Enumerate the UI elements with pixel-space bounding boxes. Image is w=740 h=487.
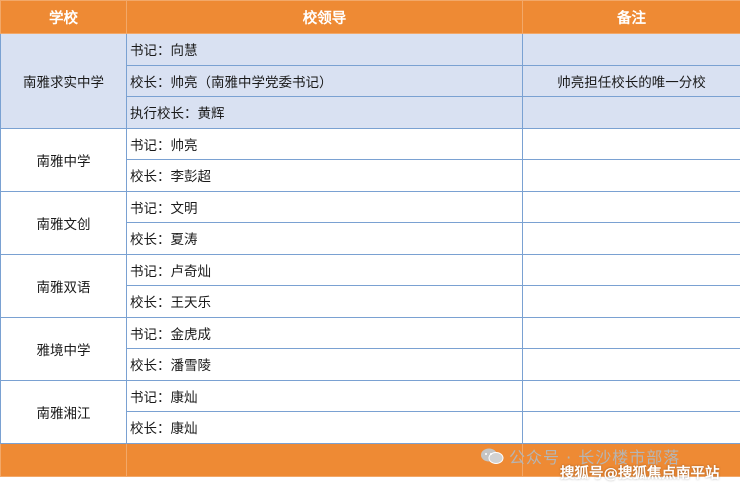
- leader-cell: 书记：帅亮: [126, 127, 523, 160]
- leader-cell: 校长：夏涛: [126, 222, 523, 255]
- wechat-icon: [480, 447, 504, 465]
- sohu-watermark: 搜狐号@搜狐焦点南平站: [560, 466, 720, 482]
- leader-cell: 书记：康灿: [126, 379, 523, 412]
- leader-cell: 校长：康灿: [126, 411, 523, 444]
- header-school: 学校: [0, 0, 127, 34]
- note-cell: [522, 316, 740, 349]
- leader-cell: 书记：卢奇灿: [126, 253, 523, 286]
- table-row: 南雅文创 书记：文明: [0, 190, 740, 255]
- note-cell: [522, 159, 740, 192]
- note-cell: [522, 411, 740, 444]
- note-cell: [522, 379, 740, 412]
- leader-cell: 校长：王天乐: [126, 285, 523, 318]
- leader-cell: 校长：李彭超: [126, 159, 523, 192]
- leader-cell: 执行校长：黄辉: [126, 96, 523, 129]
- note-cell: [522, 253, 740, 286]
- table-row: 雅境中学 书记：金虎成: [0, 316, 740, 381]
- header-row: 学校 校领导 备注: [0, 0, 740, 34]
- table-row: 南雅湘江 书记：康灿: [0, 379, 740, 444]
- header-leaders: 校领导: [126, 0, 523, 34]
- header-notes: 备注: [522, 0, 740, 34]
- school-name: 南雅文创: [0, 190, 127, 255]
- table-row: 南雅双语 书记：卢奇灿: [0, 253, 740, 318]
- school-name: 雅境中学: [0, 316, 127, 381]
- leader-cell: 书记：向慧: [126, 33, 523, 66]
- school-leadership-table: 学校 校领导 备注 南雅求实中学 书记：向慧 校长：帅亮（南雅中学党委书记） 帅…: [0, 0, 740, 477]
- table-row: 南雅中学 书记：帅亮: [0, 127, 740, 192]
- note-cell: [522, 96, 740, 129]
- school-name: 南雅湘江: [0, 379, 127, 444]
- note-cell: [522, 222, 740, 255]
- note-cell: [522, 190, 740, 223]
- note-cell: [522, 33, 740, 66]
- school-name: 南雅中学: [0, 127, 127, 192]
- note-cell: 帅亮担任校长的唯一分校: [522, 64, 740, 97]
- note-cell: [522, 348, 740, 381]
- table-row: 南雅求实中学 书记：向慧: [0, 33, 740, 129]
- school-name: 南雅求实中学: [0, 33, 127, 129]
- school-name: 南雅双语: [0, 253, 127, 318]
- footer-cell: [126, 442, 523, 477]
- leader-cell: 书记：金虎成: [126, 316, 523, 349]
- leader-cell: 书记：文明: [126, 190, 523, 223]
- note-cell: [522, 127, 740, 160]
- note-cell: [522, 285, 740, 318]
- footer-cell: [0, 442, 127, 477]
- leader-cell: 校长：帅亮（南雅中学党委书记）: [126, 64, 523, 97]
- leader-cell: 校长：潘雪陵: [126, 348, 523, 381]
